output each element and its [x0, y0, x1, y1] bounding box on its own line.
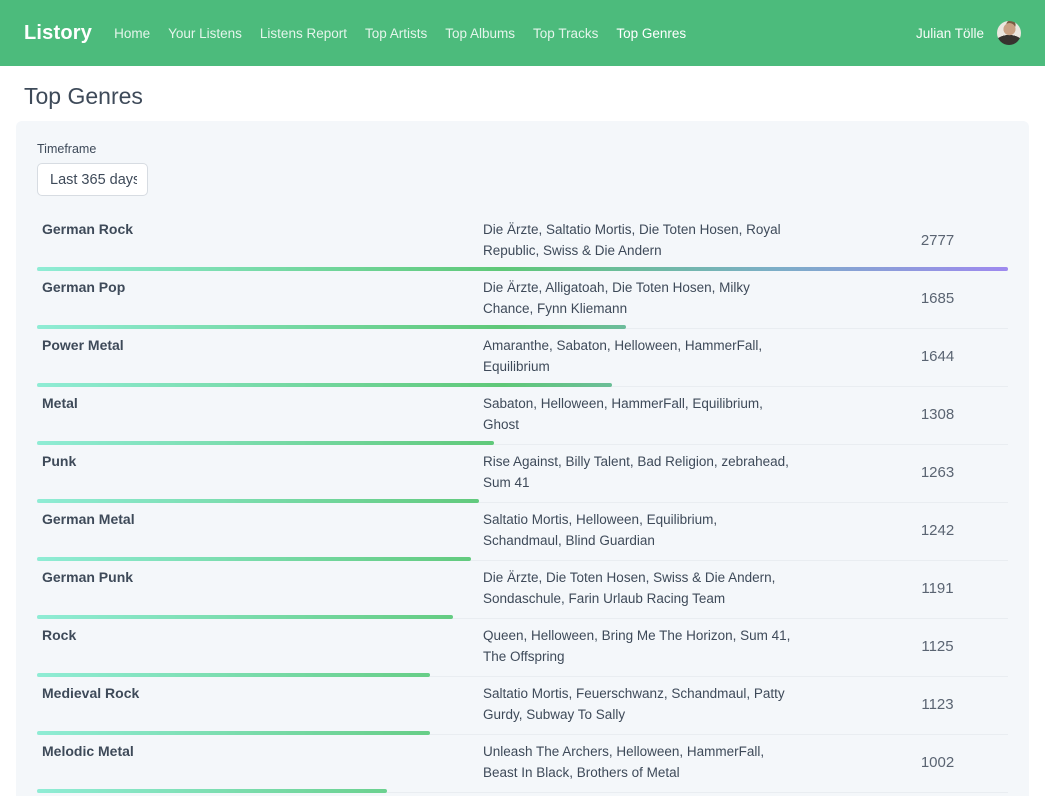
- genre-row: Rock Queen, Helloween, Bring Me The Hori…: [37, 619, 1008, 677]
- genre-name: German Rock: [37, 219, 483, 261]
- app-logo[interactable]: Listory: [24, 22, 92, 45]
- genre-listen-count: 1191: [795, 580, 1008, 597]
- genre-listen-count: 1685: [795, 290, 1008, 307]
- genre-name: Medieval Rock: [37, 683, 483, 725]
- genre-row: German Punk Die Ärzte, Die Toten Hosen, …: [37, 561, 1008, 619]
- genre-top-artists: Die Ärzte, Saltatio Mortis, Die Toten Ho…: [483, 219, 795, 261]
- user-menu[interactable]: Julian Tölle: [916, 21, 1021, 45]
- genre-top-artists: Sabaton, Helloween, HammerFall, Equilibr…: [483, 393, 795, 435]
- genre-top-artists: Saltatio Mortis, Helloween, Equilibrium,…: [483, 509, 795, 551]
- genre-top-artists: Queen, Helloween, Bring Me The Horizon, …: [483, 625, 795, 667]
- genre-row: Punk Rise Against, Billy Talent, Bad Rel…: [37, 445, 1008, 503]
- genre-row: Medieval Rock Saltatio Mortis, Feuerschw…: [37, 677, 1008, 735]
- genre-listen-count: 1263: [795, 464, 1008, 481]
- genre-row: Metal Sabaton, Helloween, HammerFall, Eq…: [37, 387, 1008, 445]
- genre-listen-count: 1308: [795, 406, 1008, 423]
- genre-listen-count: 1123: [795, 696, 1008, 713]
- genre-row: German Rock Die Ärzte, Saltatio Mortis, …: [37, 213, 1008, 271]
- timeframe-label: Timeframe: [37, 142, 1008, 156]
- genre-top-artists: Die Ärzte, Die Toten Hosen, Swiss & Die …: [483, 567, 795, 609]
- nav-top-albums[interactable]: Top Albums: [436, 20, 524, 47]
- user-avatar[interactable]: [997, 21, 1021, 45]
- genre-name: German Metal: [37, 509, 483, 551]
- genre-name: German Pop: [37, 277, 483, 319]
- genre-listen-count: 2777: [795, 232, 1008, 249]
- genre-listen-count: 1002: [795, 754, 1008, 771]
- genre-top-artists: Saltatio Mortis, Feuerschwanz, Schandmau…: [483, 683, 795, 725]
- genre-table: German Rock Die Ärzte, Saltatio Mortis, …: [37, 213, 1008, 796]
- top-genres-card: Timeframe Last 365 days German Rock Die …: [16, 121, 1029, 796]
- user-name: Julian Tölle: [916, 26, 984, 41]
- nav-top-artists[interactable]: Top Artists: [356, 20, 436, 47]
- genre-listen-count: 1125: [795, 638, 1008, 655]
- genre-name: Melodic Metal: [37, 741, 483, 783]
- genre-top-artists: Amaranthe, Sabaton, Helloween, HammerFal…: [483, 335, 795, 377]
- genre-top-artists: Unleash The Archers, Helloween, HammerFa…: [483, 741, 795, 783]
- timeframe-select[interactable]: Last 365 days: [37, 163, 148, 196]
- genre-listen-count: 1242: [795, 522, 1008, 539]
- nav-your-listens[interactable]: Your Listens: [159, 20, 251, 47]
- timeframe-filter: Timeframe Last 365 days: [37, 142, 1008, 196]
- page-title: Top Genres: [24, 83, 1045, 110]
- genre-row: Melodic Metal Unleash The Archers, Hello…: [37, 735, 1008, 793]
- genre-listen-count: 1644: [795, 348, 1008, 365]
- genre-name: German Punk: [37, 567, 483, 609]
- genre-top-artists: Rise Against, Billy Talent, Bad Religion…: [483, 451, 795, 493]
- nav-top-genres[interactable]: Top Genres: [607, 20, 695, 47]
- nav-listens-report[interactable]: Listens Report: [251, 20, 356, 47]
- genre-name: Punk: [37, 451, 483, 493]
- genre-name: Metal: [37, 393, 483, 435]
- genre-row: German Metal Saltatio Mortis, Helloween,…: [37, 503, 1008, 561]
- genre-row: German Pop Die Ärzte, Alligatoah, Die To…: [37, 271, 1008, 329]
- genre-name: Power Metal: [37, 335, 483, 377]
- app-header: Listory HomeYour ListensListens ReportTo…: [0, 0, 1045, 66]
- nav-home[interactable]: Home: [105, 20, 159, 47]
- genre-name: Rock: [37, 625, 483, 667]
- genre-row: Power Metal Amaranthe, Sabaton, Hellowee…: [37, 329, 1008, 387]
- genre-top-artists: Die Ärzte, Alligatoah, Die Toten Hosen, …: [483, 277, 795, 319]
- nav-top-tracks[interactable]: Top Tracks: [524, 20, 607, 47]
- main-nav: HomeYour ListensListens ReportTop Artist…: [105, 20, 695, 47]
